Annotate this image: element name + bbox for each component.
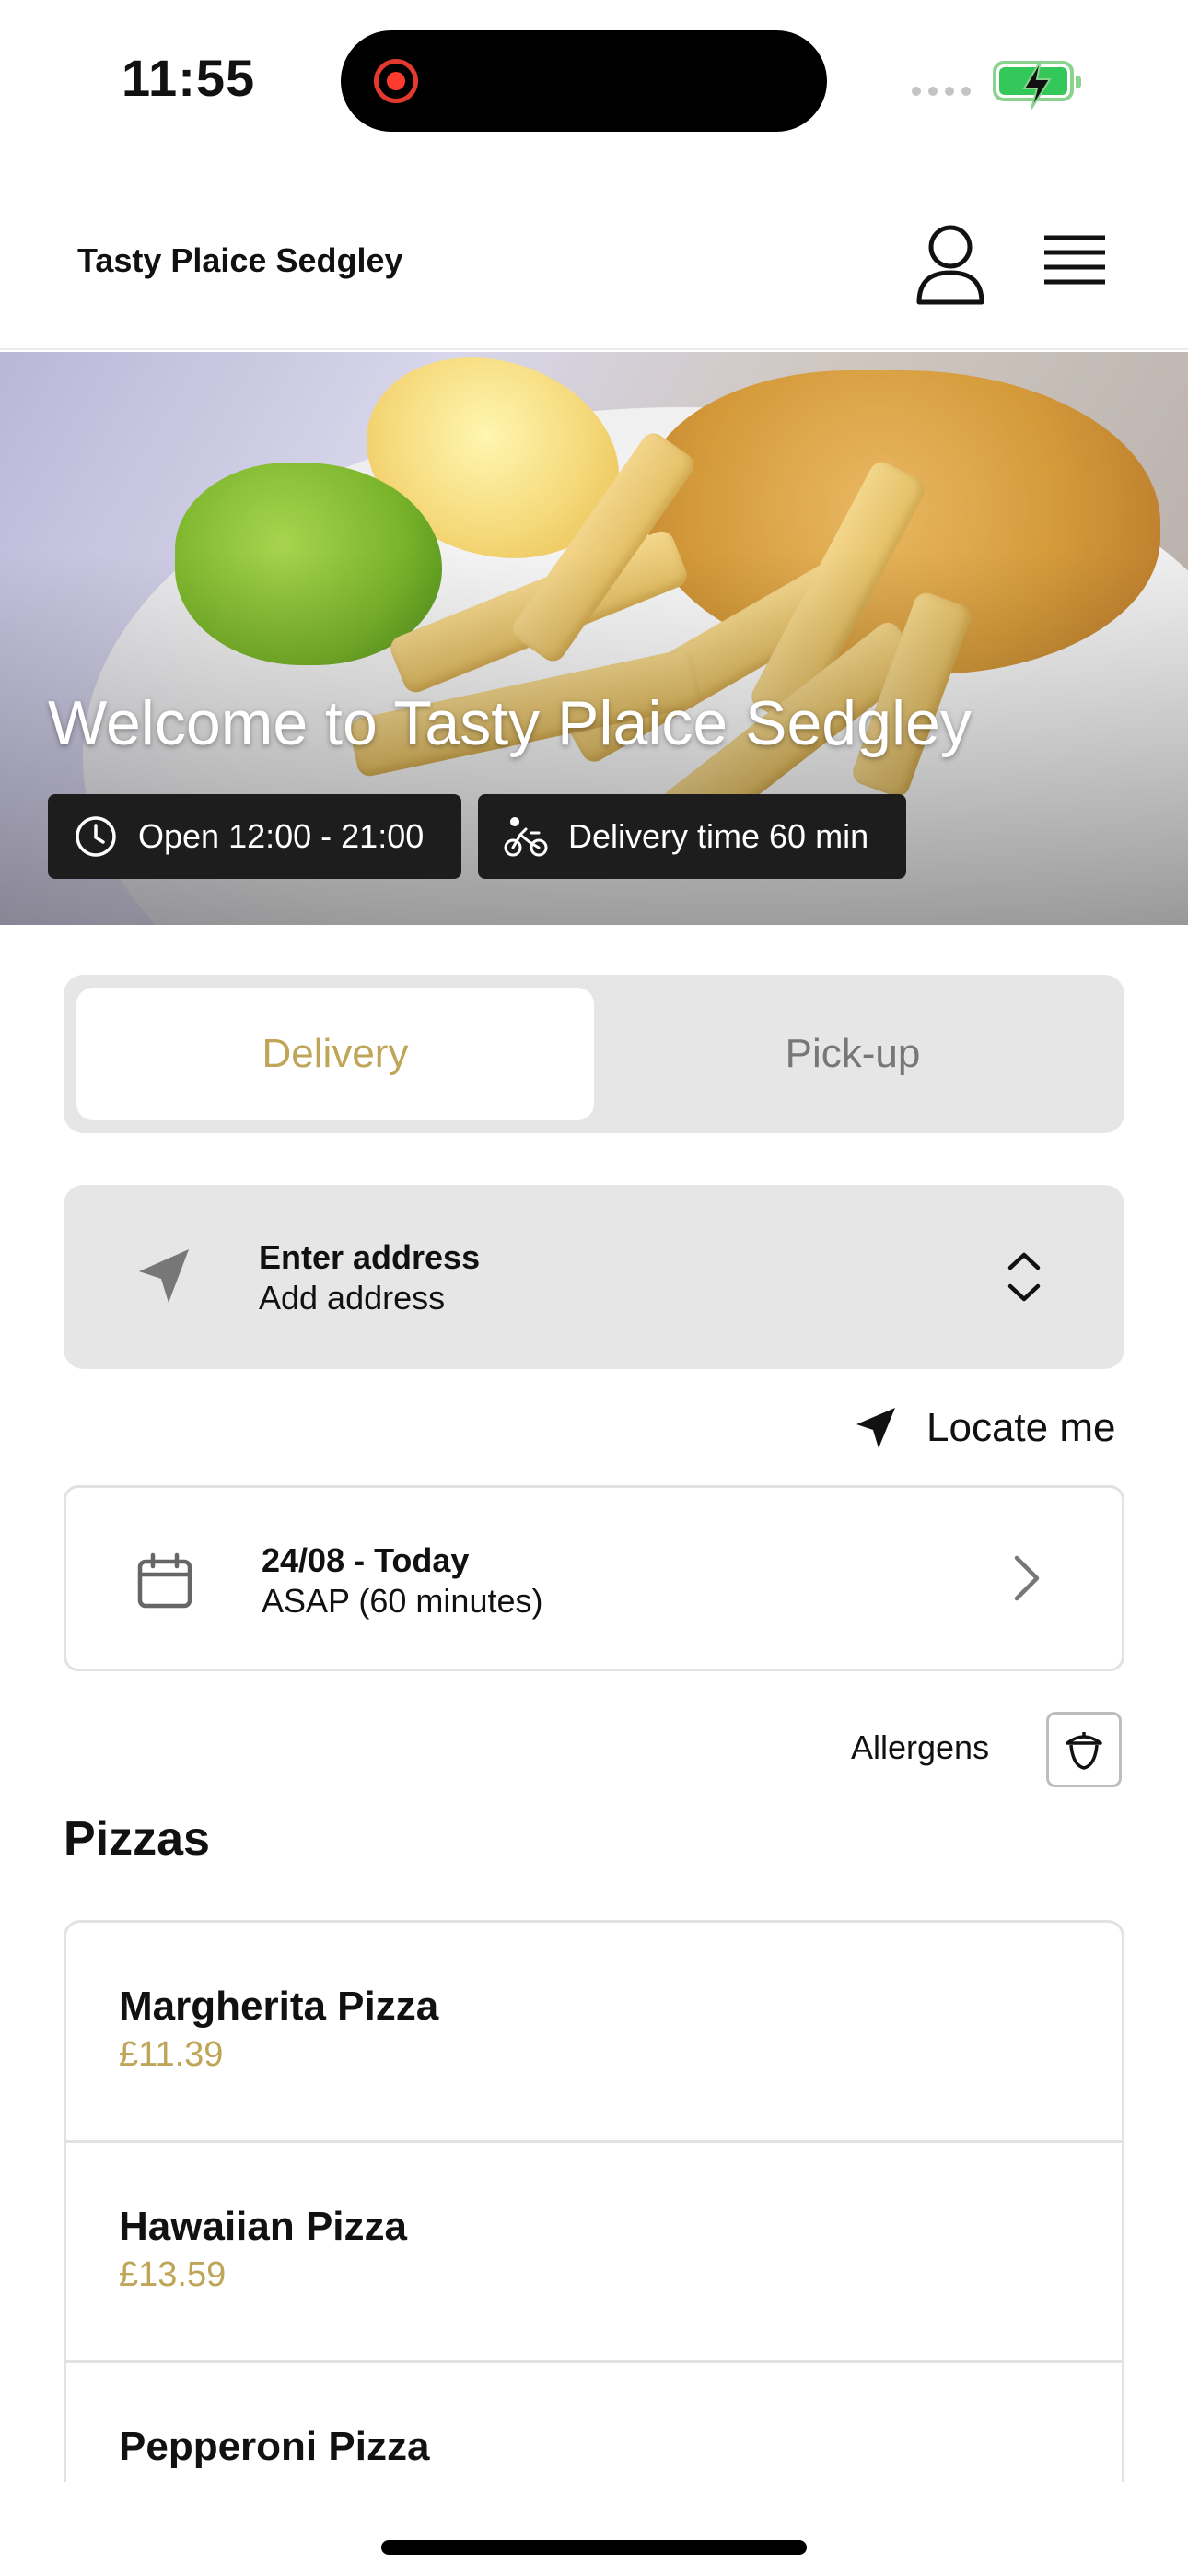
menu-item-price: £11.39 [119, 2035, 224, 2074]
allergens-button[interactable] [1046, 1712, 1122, 1787]
menu-item[interactable]: Margherita Pizza £11.39 [66, 1923, 1122, 2143]
chevron-up-down-icon [1007, 1252, 1041, 1302]
home-indicator[interactable] [381, 2540, 807, 2555]
menu-item[interactable]: Pepperoni Pizza [66, 2363, 1122, 2482]
hamburger-menu-button[interactable] [1039, 228, 1111, 295]
order-type-toggle: Delivery Pick-up [64, 975, 1124, 1133]
welcome-title: Welcome to Tasty Plaice Sedgley [48, 688, 972, 758]
delivery-time-badge: Delivery time 60 min [478, 794, 906, 879]
calendar-icon [137, 1552, 192, 1609]
pickup-tab[interactable]: Pick-up [594, 988, 1112, 1120]
delivery-schedule-selector[interactable]: 24/08 - Today ASAP (60 minutes) [64, 1485, 1124, 1671]
schedule-time: ASAP (60 minutes) [262, 1582, 543, 1620]
allergens-label: Allergens [851, 1728, 990, 1766]
signal-icon [912, 87, 971, 96]
menu-item[interactable]: Hawaiian Pizza £13.59 [66, 2143, 1122, 2363]
menu-item-name: Pepperoni Pizza [119, 2424, 430, 2469]
delivery-tab[interactable]: Delivery [76, 988, 594, 1120]
address-title: Enter address [259, 1238, 481, 1276]
dynamic-island [341, 30, 827, 132]
menu-item-name: Margherita Pizza [119, 1984, 439, 2029]
opening-hours-text: Open 12:00 - 21:00 [138, 817, 425, 855]
app-screen: 11:55 Tasty Plaice Sedgley Welcome to Ta… [0, 0, 1188, 2576]
bicycle-courier-icon [504, 817, 548, 857]
hero-banner: Welcome to Tasty Plaice Sedgley Open 12:… [0, 352, 1188, 925]
user-icon [916, 225, 984, 305]
menu-item-name: Hawaiian Pizza [119, 2204, 408, 2249]
menu-category-title: Pizzas [64, 1812, 210, 1866]
account-button[interactable] [914, 221, 987, 306]
store-name: Tasty Plaice Sedgley [77, 241, 403, 279]
opening-hours-badge: Open 12:00 - 21:00 [48, 794, 461, 879]
status-time: 11:55 [122, 49, 256, 107]
app-header: Tasty Plaice Sedgley [0, 184, 1188, 350]
location-arrow-icon [856, 1408, 895, 1448]
chevron-right-icon [1014, 1555, 1040, 1601]
locate-me-label: Locate me [926, 1405, 1116, 1450]
clock-icon [76, 816, 116, 857]
menu-item-price: £13.59 [119, 2255, 227, 2294]
location-arrow-icon [139, 1249, 189, 1303]
delivery-time-text: Delivery time 60 min [568, 817, 869, 855]
hamburger-icon [1044, 235, 1105, 285]
menu-item-list: Margherita Pizza £11.39 Hawaiian Pizza £… [64, 1920, 1124, 2482]
address-selector[interactable]: Enter address Add address [64, 1185, 1124, 1369]
acorn-allergen-icon [1066, 1732, 1102, 1770]
status-bar: 11:55 [0, 0, 1188, 157]
battery-charging-icon [993, 60, 1081, 110]
schedule-date: 24/08 - Today [262, 1541, 470, 1579]
recording-indicator-icon [374, 59, 418, 103]
address-subtitle: Add address [259, 1279, 446, 1317]
locate-me-button[interactable]: Locate me [855, 1399, 1115, 1458]
